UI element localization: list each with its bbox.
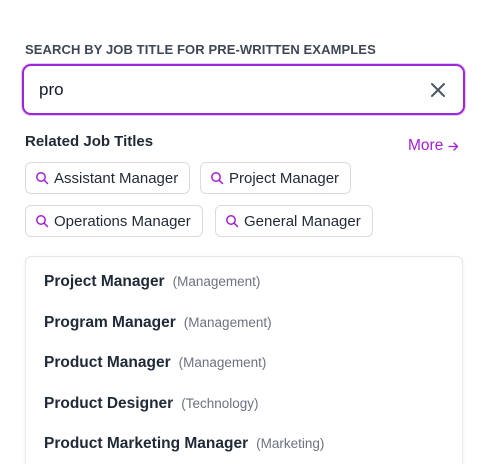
- related-chip-project-manager[interactable]: Project Manager: [200, 162, 352, 194]
- related-job-titles-heading: Related Job Titles: [25, 133, 154, 150]
- suggestion-category: (Management): [183, 315, 272, 330]
- chip-label: Project Manager: [229, 169, 340, 187]
- close-icon: [431, 83, 445, 97]
- suggestion-item[interactable]: Project Manager (Management): [44, 273, 260, 291]
- chip-label: Assistant Manager: [54, 169, 179, 187]
- suggestion-title: Project Manager: [44, 273, 165, 290]
- job-title-search-input[interactable]: [39, 78, 399, 102]
- related-chip-operations-manager[interactable]: Operations Manager: [25, 205, 203, 237]
- suggestion-title: Product Marketing Manager: [44, 435, 249, 452]
- suggestions-dropdown: Project Manager (Management) Program Man…: [25, 256, 463, 464]
- suggestion-title: Program Manager: [44, 314, 176, 331]
- suggestion-item[interactable]: Program Manager (Management): [44, 314, 272, 332]
- related-chip-assistant-manager[interactable]: Assistant Manager: [25, 162, 191, 194]
- suggestion-item[interactable]: Product Manager (Management): [44, 354, 266, 372]
- search-icon: [211, 172, 224, 185]
- clear-search-button[interactable]: [427, 79, 449, 101]
- chip-label: Operations Manager: [54, 212, 191, 230]
- search-icon: [226, 215, 239, 228]
- search-icon: [36, 215, 49, 228]
- arrow-right-icon: [448, 141, 459, 151]
- suggestion-title: Product Manager: [44, 354, 171, 371]
- job-title-search-panel: SEARCH BY JOB TITLE FOR PRE-WRITTEN EXAM…: [0, 0, 491, 464]
- search-icon: [36, 172, 49, 185]
- suggestion-category: (Marketing): [256, 436, 325, 451]
- suggestion-item[interactable]: Product Marketing Manager (Marketing): [44, 435, 324, 453]
- more-related-link[interactable]: More: [408, 137, 459, 155]
- suggestion-item[interactable]: Product Designer (Technology): [44, 395, 259, 413]
- suggestion-category: (Management): [172, 274, 261, 289]
- suggestion-title: Product Designer: [44, 395, 174, 412]
- suggestion-category: (Technology): [181, 396, 259, 411]
- search-box[interactable]: [22, 64, 465, 115]
- chip-label: General Manager: [244, 212, 361, 230]
- more-link-label: More: [408, 137, 444, 154]
- suggestion-category: (Management): [178, 355, 267, 370]
- search-section-label: SEARCH BY JOB TITLE FOR PRE-WRITTEN EXAM…: [25, 42, 376, 57]
- related-chip-general-manager[interactable]: General Manager: [215, 205, 373, 237]
